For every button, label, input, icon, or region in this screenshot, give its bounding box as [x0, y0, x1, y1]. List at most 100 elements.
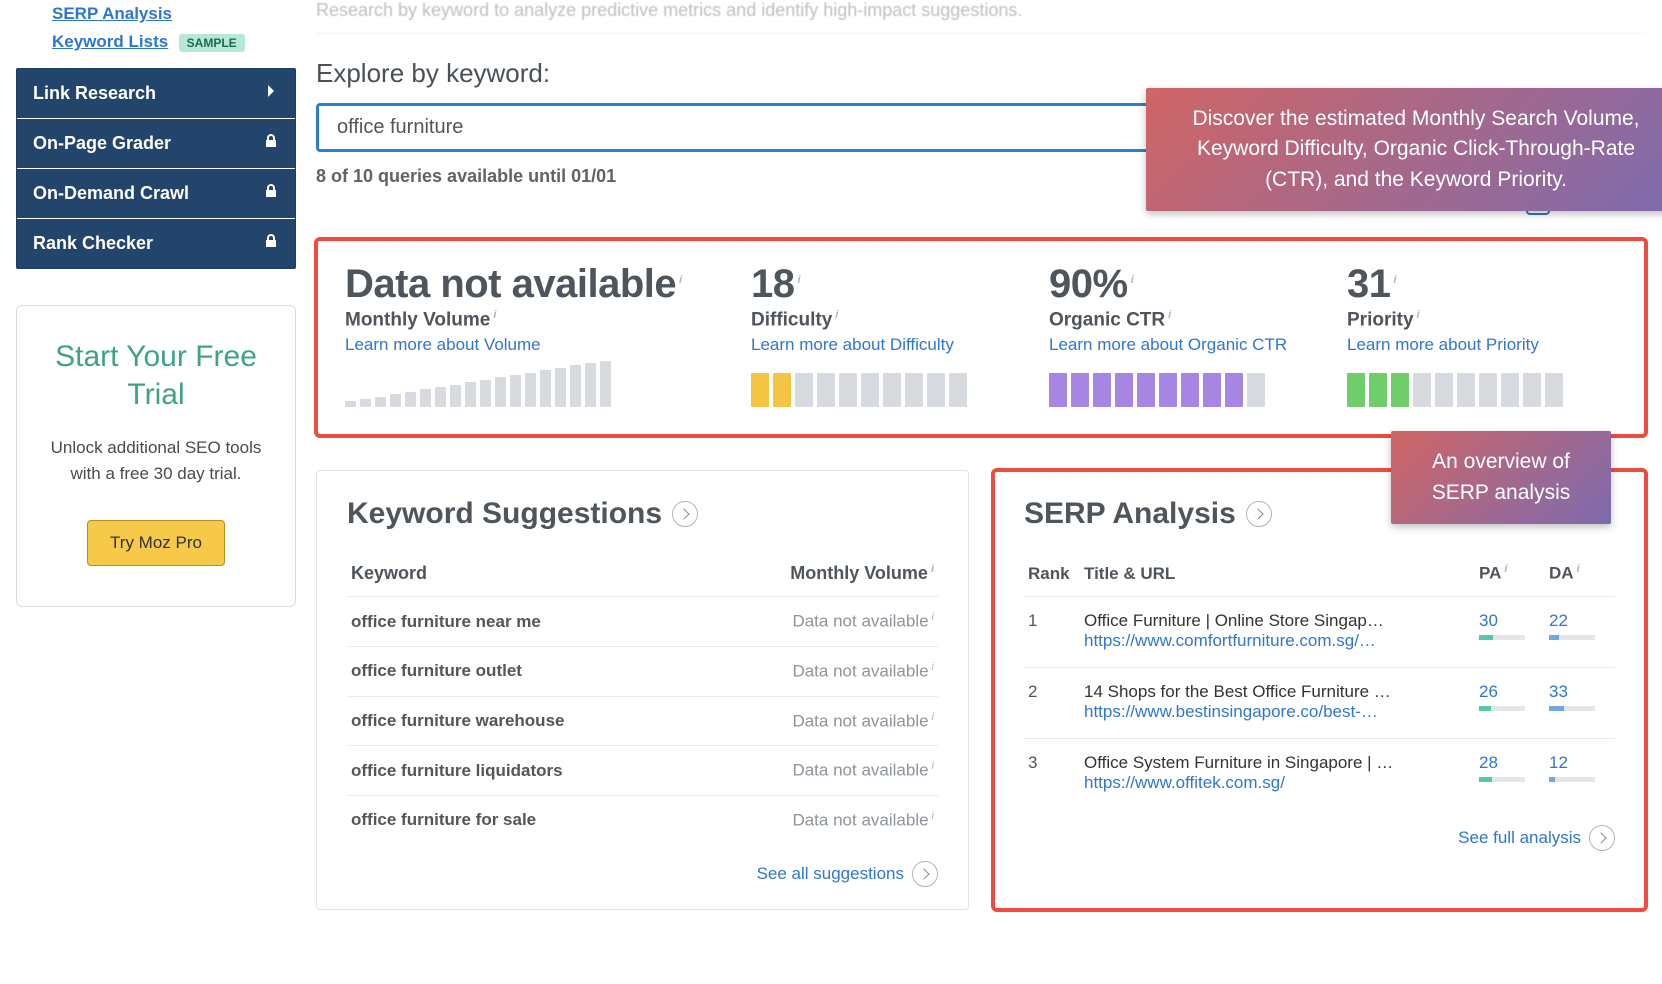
try-moz-pro-button[interactable]: Try Moz Pro — [87, 520, 225, 566]
callout-metrics: Discover the estimated Monthly Search Vo… — [1146, 88, 1662, 211]
serp-row[interactable]: 3 Office System Furniture in Singapore |… — [1024, 738, 1615, 809]
info-icon[interactable]: i — [493, 309, 496, 321]
learn-more-link[interactable]: Learn more about Difficulty — [751, 335, 954, 355]
learn-more-link[interactable]: Learn more about Priority — [1347, 335, 1539, 355]
keyword-suggestions-card: Keyword Suggestions Keyword Monthly Volu… — [316, 470, 969, 909]
info-icon[interactable]: i — [1417, 309, 1420, 321]
metric-difficulty: 18i Difficultyi Learn more about Difficu… — [751, 262, 1021, 407]
nav-label: On-Demand Crawl — [33, 183, 189, 204]
explore-label: Explore by keyword: — [316, 58, 1646, 89]
lock-icon — [263, 183, 279, 204]
nav-label: On-Page Grader — [33, 133, 171, 154]
title-url-cell: Office System Furniture in Singapore | …… — [1080, 738, 1475, 809]
volume-cell: Data not availablei — [698, 696, 938, 746]
keyword-cell: office furniture for sale — [347, 795, 698, 844]
info-icon[interactable]: i — [1577, 563, 1580, 575]
serp-row[interactable]: 2 14 Shops for the Best Office Furniture… — [1024, 667, 1615, 738]
keyword-cell: office furniture liquidators — [347, 746, 698, 796]
metric-value: 31i — [1347, 262, 1617, 307]
keyword-row[interactable]: office furniture warehouseData not avail… — [347, 696, 938, 746]
info-icon[interactable]: i — [1131, 274, 1134, 286]
keyword-cell: office furniture warehouse — [347, 696, 698, 746]
info-icon[interactable]: i — [679, 274, 682, 286]
info-icon[interactable]: i — [932, 810, 934, 822]
arrow-icon — [912, 861, 938, 887]
learn-more-link[interactable]: Learn more about Volume — [345, 335, 541, 355]
learn-more-link[interactable]: Learn more about Organic CTR — [1049, 335, 1287, 355]
sample-badge: SAMPLE — [179, 34, 245, 52]
col-volume: Monthly Volumei — [698, 553, 938, 597]
trial-title: Start Your Free Trial — [41, 338, 271, 413]
metric-organic-ctr: 90%i Organic CTRi Learn more about Organ… — [1049, 262, 1319, 407]
col-pa: PAi — [1475, 553, 1545, 596]
pa-cell: 28 — [1475, 738, 1545, 809]
info-icon[interactable]: i — [835, 309, 838, 321]
volume-cell: Data not availablei — [698, 795, 938, 844]
keyword-lists-link[interactable]: Keyword Lists — [52, 28, 168, 56]
metric-label: Difficultyi — [751, 309, 1021, 331]
info-icon[interactable]: i — [931, 563, 934, 575]
nav-link-research[interactable]: Link Research — [17, 69, 295, 119]
info-icon[interactable]: i — [798, 274, 801, 286]
keyword-row[interactable]: office furniture for saleData not availa… — [347, 795, 938, 844]
info-icon[interactable]: i — [932, 711, 934, 723]
metric-label: Organic CTRi — [1049, 309, 1319, 331]
info-icon[interactable]: i — [1504, 563, 1507, 575]
keyword-row[interactable]: office furniture outletData not availabl… — [347, 646, 938, 696]
metric-label: Priorityi — [1347, 309, 1617, 331]
serp-analysis-link[interactable]: SERP Analysis — [52, 0, 172, 28]
lock-icon — [263, 133, 279, 154]
col-rank: Rank — [1024, 553, 1080, 596]
metric-value: 90%i — [1049, 262, 1319, 307]
info-icon[interactable]: i — [932, 760, 934, 772]
da-cell: 22 — [1545, 596, 1615, 667]
rank-cell: 1 — [1024, 596, 1080, 667]
trial-promo: Start Your Free Trial Unlock additional … — [16, 305, 296, 607]
da-cell: 12 — [1545, 738, 1615, 809]
rank-cell: 3 — [1024, 738, 1080, 809]
volume-cell: Data not availablei — [698, 746, 938, 796]
col-keyword: Keyword — [347, 553, 698, 597]
nav-label: Link Research — [33, 83, 156, 104]
expand-icon[interactable] — [1246, 501, 1272, 527]
metric-value: Data not availablei — [345, 262, 723, 307]
col-da: DAi — [1545, 553, 1615, 596]
info-icon[interactable]: i — [932, 611, 934, 623]
title-url-cell: Office Furniture | Online Store Singap…h… — [1080, 596, 1475, 667]
nav-rank-checker[interactable]: Rank Checker — [17, 219, 295, 268]
da-cell: 33 — [1545, 667, 1615, 738]
volume-cell: Data not availablei — [698, 646, 938, 696]
info-icon[interactable]: i — [1394, 274, 1397, 286]
nav-label: Rank Checker — [33, 233, 153, 254]
chevron-right-icon — [263, 83, 279, 104]
expand-icon[interactable] — [672, 501, 698, 527]
keyword-row[interactable]: office furniture liquidatorsData not ava… — [347, 746, 938, 796]
card-title: Keyword Suggestions — [347, 497, 662, 531]
pa-cell: 30 — [1475, 596, 1545, 667]
col-title-url: Title & URL — [1080, 553, 1475, 596]
page-subtitle: Research by keyword to analyze predictiv… — [316, 0, 1646, 34]
nav-on-page-grader[interactable]: On-Page Grader — [17, 119, 295, 169]
nav-on-demand-crawl[interactable]: On-Demand Crawl — [17, 169, 295, 219]
keyword-cell: office furniture near me — [347, 597, 698, 647]
info-icon[interactable]: i — [932, 661, 934, 673]
keyword-cell: office furniture outlet — [347, 646, 698, 696]
metric-monthly-volume: Data not availablei Monthly Volumei Lear… — [345, 262, 723, 407]
card-title: SERP Analysis — [1024, 497, 1236, 531]
callout-serp: An overview of SERP analysis — [1391, 431, 1611, 524]
title-url-cell: 14 Shops for the Best Office Furniture …… — [1080, 667, 1475, 738]
metric-value: 18i — [751, 262, 1021, 307]
see-all-suggestions-link[interactable]: See all suggestions — [757, 861, 938, 887]
keyword-row[interactable]: office furniture near meData not availab… — [347, 597, 938, 647]
rank-cell: 2 — [1024, 667, 1080, 738]
volume-cell: Data not availablei — [698, 597, 938, 647]
lock-icon — [263, 233, 279, 254]
info-icon[interactable]: i — [1168, 309, 1171, 321]
arrow-icon — [1589, 825, 1615, 851]
serp-analysis-card: An overview of SERP analysis SERP Analys… — [993, 470, 1646, 909]
see-full-analysis-link[interactable]: See full analysis — [1458, 825, 1615, 851]
pa-cell: 26 — [1475, 667, 1545, 738]
serp-row[interactable]: 1 Office Furniture | Online Store Singap… — [1024, 596, 1615, 667]
metrics-panel: Data not availablei Monthly Volumei Lear… — [316, 239, 1646, 436]
trial-copy: Unlock additional SEO tools with a free … — [41, 435, 271, 486]
